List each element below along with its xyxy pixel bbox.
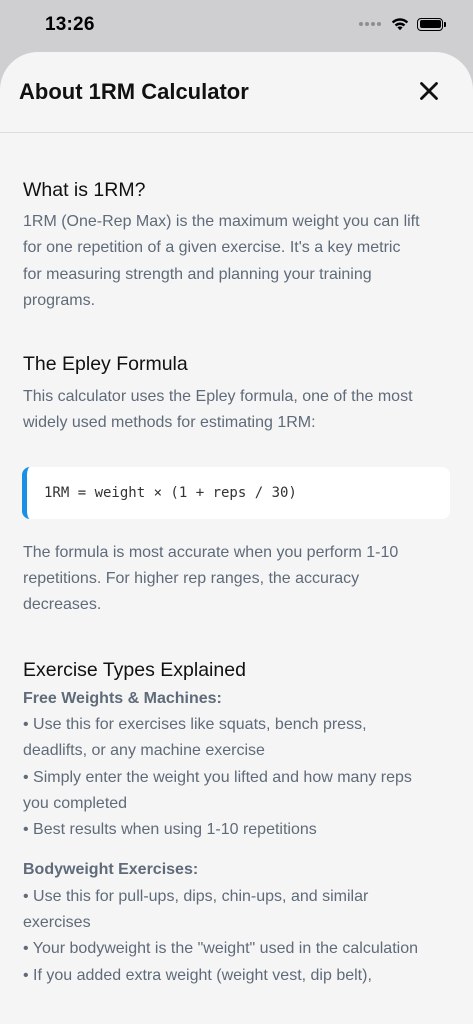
close-x-icon [420, 82, 438, 100]
sheet-content: What is 1RM? 1RM (One-Rep Max) is the ma… [0, 133, 473, 989]
text-line: • If you added extra weight (weight vest… [23, 966, 372, 984]
sheet-header: About 1RM Calculator [0, 52, 473, 133]
text-line: • Use this for pull-ups, dips, chin-ups,… [23, 887, 369, 905]
bodyweight-block: Bodyweight Exercises: • Use this for pul… [23, 857, 450, 988]
bullet-list: • Use this for exercises like squats, be… [23, 712, 450, 843]
section-paragraph: This calculator uses the Epley formula, … [23, 384, 450, 437]
free-weights-block: Free Weights & Machines: • Use this for … [23, 686, 450, 844]
text-line: • Best results when using 1-10 repetitio… [23, 821, 317, 839]
section-exercise-types: Exercise Types Explained Free Weights & … [23, 619, 450, 989]
section-heading: What is 1RM? [23, 179, 146, 201]
close-button[interactable] [419, 81, 439, 101]
section-what-is-1rm: What is 1RM? 1RM (One-Rep Max) is the ma… [23, 133, 450, 314]
section-heading: Exercise Types Explained [23, 658, 246, 681]
status-icons [359, 17, 446, 31]
status-time: 13:26 [45, 14, 95, 35]
text-line: you completed [23, 794, 128, 812]
text-line: widely used methods for estimating 1RM: [23, 414, 316, 432]
text-line: for measuring strength and planning your… [23, 265, 372, 283]
text-line: programs. [23, 291, 96, 309]
section-epley-formula: The Epley Formula This calculator uses t… [22, 314, 450, 619]
text-line: • Your bodyweight is the "weight" used i… [23, 940, 418, 958]
text-line: This calculator uses the Epley formula, … [23, 388, 413, 406]
text-line: The formula is most accurate when you pe… [23, 543, 399, 561]
formula-text: 1RM = weight × (1 + reps / 30) [44, 484, 297, 501]
text-line: decreases. [23, 596, 102, 614]
about-sheet: About 1RM Calculator What is 1RM? 1RM (O… [0, 52, 473, 1024]
wifi-icon [391, 18, 409, 31]
text-line: • Use this for exercises like squats, be… [23, 715, 367, 733]
text-line: exercises [23, 914, 91, 932]
bullet-list: • Use this for pull-ups, dips, chin-ups,… [23, 884, 450, 989]
text-line: for one repetition of a given exercise. … [23, 239, 401, 257]
text-line: repetitions. For higher rep ranges, the … [23, 570, 360, 588]
text-line: 1RM (One-Rep Max) is the maximum weight … [23, 213, 420, 230]
section-heading: The Epley Formula [23, 353, 188, 376]
text-line: deadlifts, or any machine exercise [23, 742, 265, 760]
sub-heading: Free Weights & Machines: [23, 689, 222, 707]
text-line: • Simply enter the weight you lifted and… [23, 768, 412, 786]
section-paragraph: The formula is most accurate when you pe… [23, 540, 450, 619]
status-bar: 13:26 [0, 0, 473, 52]
sub-heading: Bodyweight Exercises: [23, 861, 199, 879]
signal-dots-icon [359, 22, 381, 26]
battery-icon [417, 17, 446, 31]
formula-box: 1RM = weight × (1 + reps / 30) [22, 466, 450, 519]
sheet-title: About 1RM Calculator [19, 79, 249, 104]
section-paragraph: 1RM (One-Rep Max) is the maximum weight … [23, 209, 450, 314]
